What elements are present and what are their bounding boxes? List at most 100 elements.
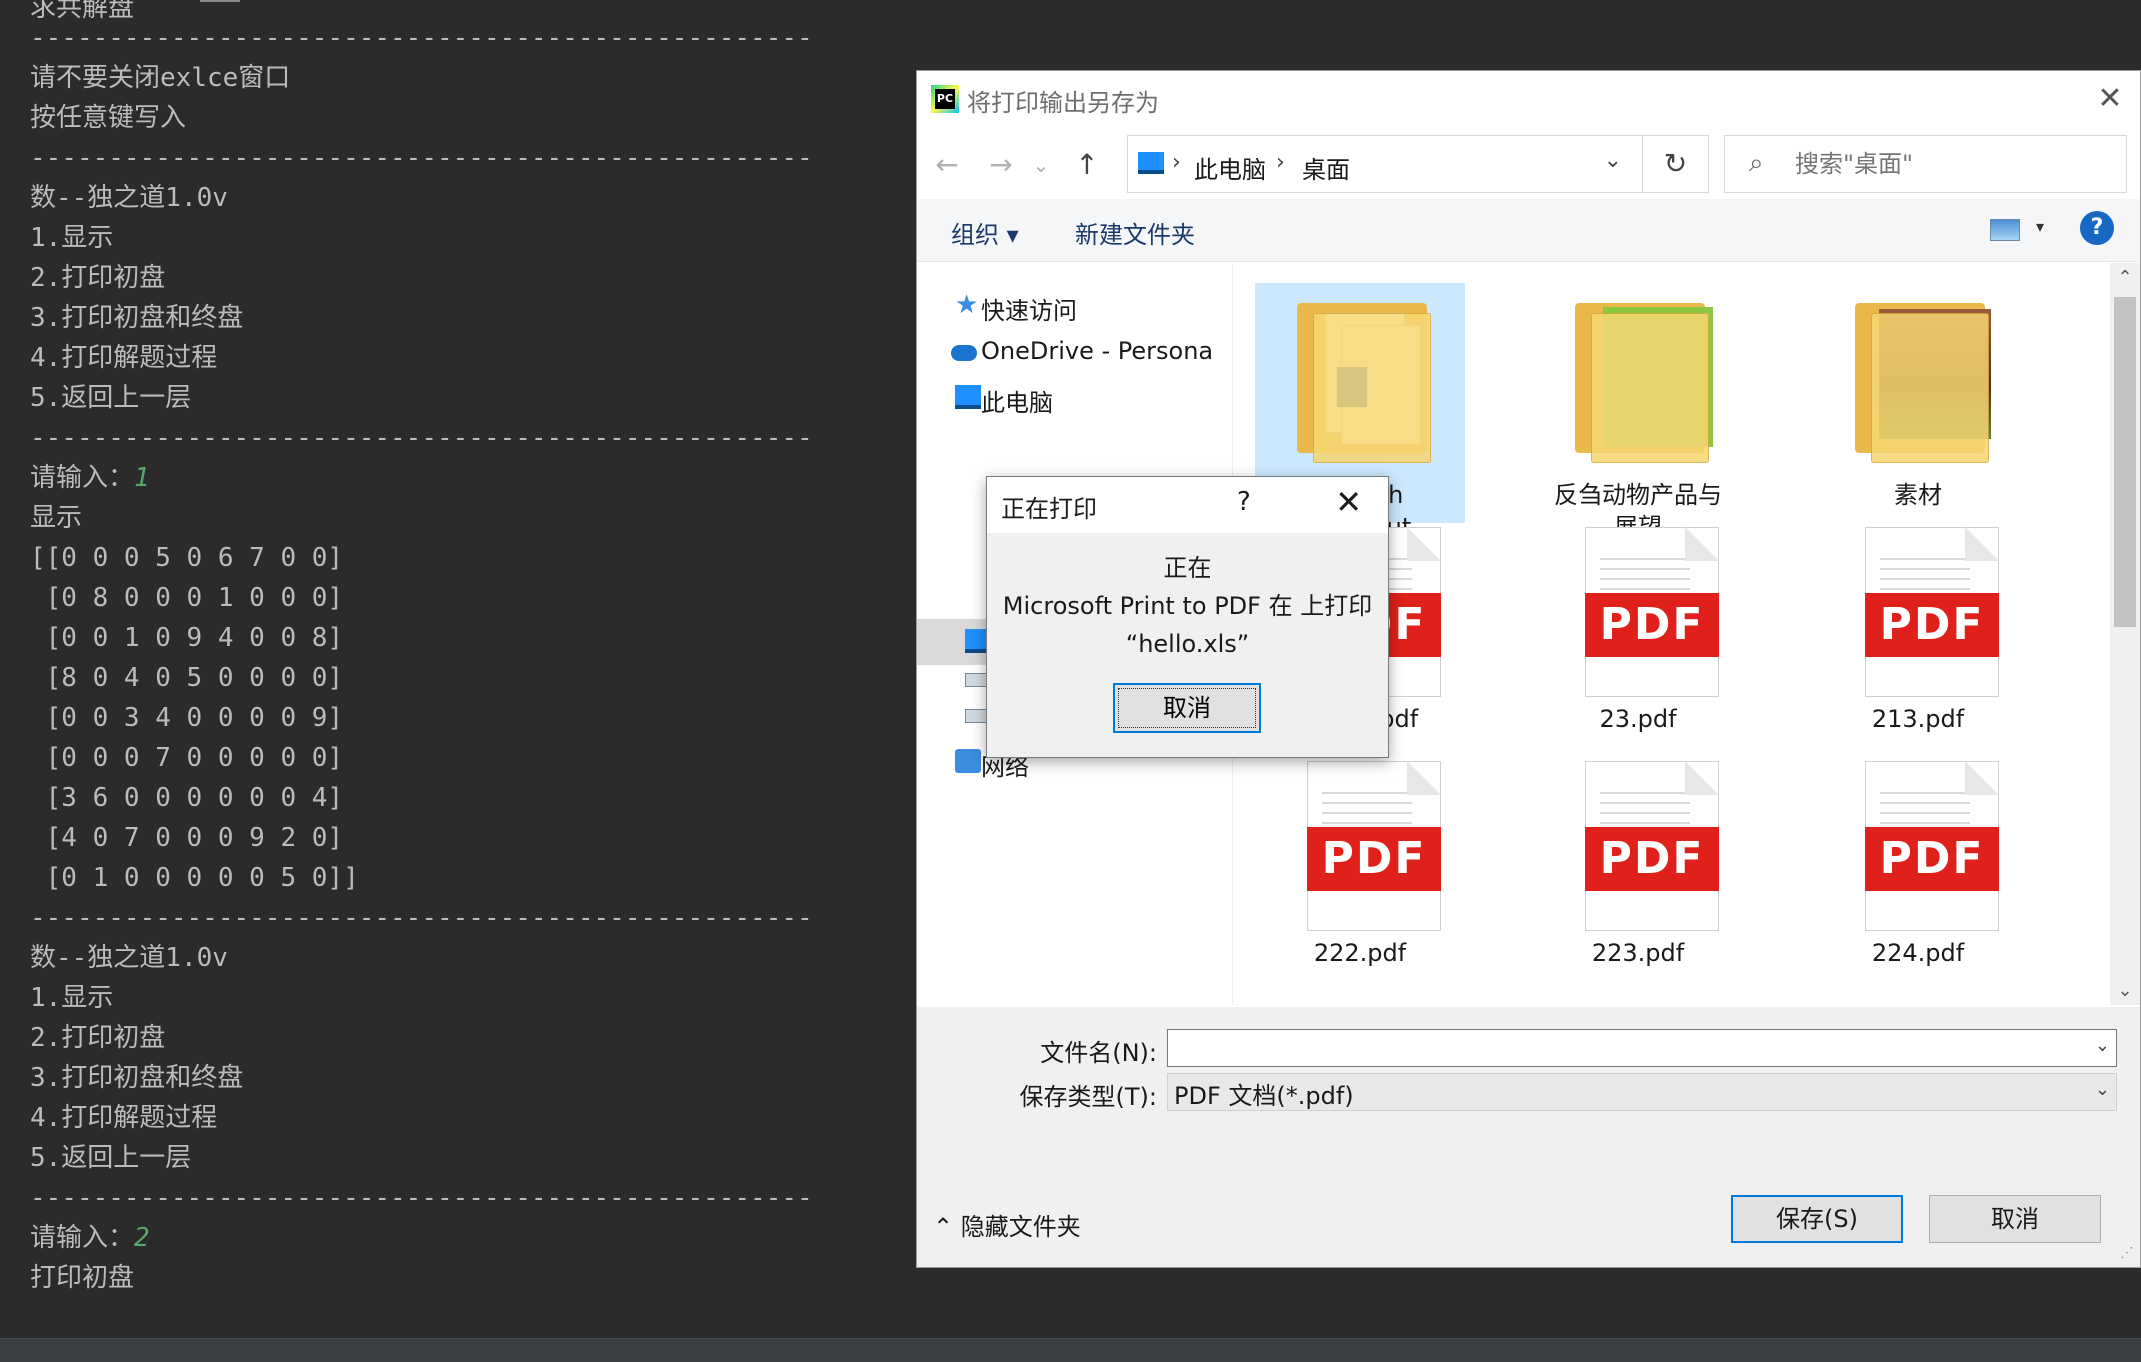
console-line: [0 0 3 4 0 0 0 0 9] (30, 703, 344, 733)
chevron-up-icon: ⌃ (933, 1213, 961, 1241)
dialog-title: 将打印输出另存为 (967, 89, 1159, 117)
sidebar-item-label: 此电脑 (981, 389, 1053, 417)
console-line: [0 0 1 0 9 4 0 0 8] (30, 623, 344, 653)
filetype-label: 保存类型(T): (1019, 1083, 1157, 1111)
printing-dialog-title: 正在打印 (1001, 495, 1097, 523)
filename-field[interactable] (1167, 1029, 2117, 1067)
chevron-down-icon[interactable]: ⌄ (2095, 1035, 2110, 1056)
console-line: 2.打印初盘 (30, 1023, 166, 1053)
command-toolbar: 组织 ▾ 新建文件夹 ▾ ? (917, 199, 2140, 262)
console-line: [0 8 0 0 0 1 0 0 0] (30, 583, 344, 613)
console-line: 3.打印初盘和终盘 (30, 303, 244, 333)
printing-document-line: “hello.xls” (1125, 630, 1250, 658)
pdf-badge: PDF (1585, 827, 1719, 891)
chevron-down-icon[interactable]: ⌄ (1604, 148, 1622, 173)
organize-button[interactable]: 组织 ▾ (951, 215, 1019, 250)
pdf-file-item[interactable]: PDF 224.pdf (1813, 741, 2023, 981)
console-line: 打印初盘 (30, 1263, 135, 1293)
console-line: 1.显示 (30, 223, 114, 253)
scroll-thumb[interactable] (2114, 297, 2136, 627)
save-button[interactable]: 保存(S) (1731, 1195, 1903, 1243)
pdf-badge: PDF (1585, 593, 1719, 657)
console-line: 请输入：2 (30, 1223, 150, 1253)
help-icon[interactable]: ? (1237, 487, 1251, 517)
pdf-file-item[interactable]: PDF 23.pdf (1533, 507, 1743, 747)
printing-progress-dialog: 正在打印 ? ✕ 正在 Microsoft Print to PDF 在 上打印… (986, 476, 1389, 758)
recent-locations-chevron-icon[interactable]: ⌄ (1021, 143, 1061, 187)
navigation-bar: ← → ⌄ ↑ › 此电脑 › 桌面 ⌄ ↻ ⌕ (917, 133, 2140, 197)
back-arrow-icon[interactable]: ← (927, 143, 967, 187)
console-line: 1.显示 (30, 983, 114, 1013)
address-bar[interactable]: › 此电脑 › 桌面 ⌄ (1127, 135, 1643, 193)
breadcrumb-this-pc[interactable]: 此电脑 (1194, 150, 1266, 185)
console-line: [[0 0 0 5 0 6 7 0 0] (30, 543, 344, 573)
console-separator: ----------------------------------------… (30, 423, 813, 453)
console-line: [0 1 0 0 0 0 0 5 0]] (30, 863, 359, 893)
refresh-icon[interactable]: ↻ (1643, 135, 1709, 193)
cancel-printing-button[interactable]: 取消 (1113, 683, 1261, 733)
computer-icon (1138, 152, 1164, 174)
computer-icon (955, 385, 981, 409)
console-line: 显示 (30, 503, 83, 533)
onedrive-cloud-icon (951, 345, 977, 361)
breadcrumb-chevron-icon: › (1276, 150, 1285, 175)
console-user-input: 1 (134, 463, 150, 493)
search-input[interactable] (1795, 150, 2095, 178)
pdf-badge: PDF (1307, 827, 1441, 891)
console-status-bar (0, 1338, 2141, 1362)
network-icon (955, 749, 981, 773)
up-arrow-icon[interactable]: ↑ (1067, 143, 1107, 187)
console-line: 5.返回上一层 (30, 1143, 192, 1173)
console-cursor-mark (200, 0, 240, 2)
search-icon: ⌕ (1749, 148, 1764, 178)
sidebar-item[interactable]: OneDrive - Persona (917, 329, 1232, 375)
search-box[interactable]: ⌕ (1724, 135, 2127, 193)
printing-printer-line: Microsoft Print to PDF 在 上打印 (1002, 592, 1373, 620)
pycharm-logo-icon: PC (931, 85, 959, 113)
file-name-label: 223.pdf (1591, 939, 1685, 967)
sidebar-item[interactable]: 此电脑 (917, 375, 1232, 421)
chevron-down-icon[interactable]: ⌄ (2095, 1079, 2110, 1100)
pdf-file-item[interactable]: PDF 223.pdf (1533, 741, 1743, 981)
printing-status-message: 正在 Microsoft Print to PDF 在 上打印 “hello.x… (987, 549, 1388, 663)
close-icon[interactable]: ✕ (2090, 79, 2130, 119)
help-icon[interactable]: ? (2080, 211, 2114, 245)
sidebar-item[interactable]: ★ 快速访问 (917, 283, 1232, 329)
console-line: 数--独之道1.0v (30, 943, 228, 973)
console-separator: ----------------------------------------… (30, 1183, 813, 1213)
console-line: 请不要关闭exlce窗口 (30, 63, 291, 93)
console-separator: ----------------------------------------… (30, 23, 813, 53)
breadcrumb-chevron-icon: › (1172, 150, 1181, 175)
pdf-file-item[interactable]: PDF 222.pdf (1255, 741, 1465, 981)
forward-arrow-icon[interactable]: → (981, 143, 1021, 187)
console-line: 请输入：1 (30, 463, 150, 493)
star-icon: ★ (955, 290, 979, 320)
file-name-label: 213.pdf (1871, 705, 1965, 733)
scroll-down-icon[interactable]: ⌄ (2110, 980, 2140, 1001)
breadcrumb-desktop[interactable]: 桌面 (1302, 150, 1350, 185)
view-dropdown-icon[interactable]: ▾ (2036, 217, 2044, 236)
change-view-icon[interactable] (1990, 219, 2020, 241)
console-separator: ----------------------------------------… (30, 143, 813, 173)
dialog-titlebar: PC 将打印输出另存为 ✕ (917, 71, 2140, 127)
cancel-button[interactable]: 取消 (1929, 1195, 2101, 1243)
console-line: 4.打印解题过程 (30, 343, 218, 373)
sidebar-item-label: OneDrive - Persona (981, 337, 1214, 365)
console-line: 数--独之道1.0v (30, 183, 228, 213)
printing-status-line: 正在 (1163, 554, 1212, 582)
file-name-label: 222.pdf (1313, 939, 1407, 967)
new-folder-button[interactable]: 新建文件夹 (1075, 215, 1195, 250)
console-line: 4.打印解题过程 (30, 1103, 218, 1133)
console-user-input: 2 (134, 1223, 150, 1253)
filetype-select[interactable]: PDF 文档(*.pdf) (1167, 1073, 2117, 1111)
scroll-up-icon[interactable]: ⌃ (2110, 267, 2140, 288)
printing-dialog-titlebar: 正在打印 ? ✕ (987, 477, 1388, 533)
hide-folders-toggle[interactable]: ⌃ 隐藏文件夹 (933, 1207, 1081, 1242)
resize-grip-icon[interactable]: ⋰ (2120, 1245, 2134, 1261)
pdf-file-item[interactable]: PDF 213.pdf (1813, 507, 2023, 747)
file-list-scrollbar[interactable]: ⌃ ⌄ (2110, 263, 2140, 1005)
close-icon[interactable]: ✕ (1335, 483, 1362, 521)
folder-item[interactable]: 素材 (1813, 283, 2023, 523)
folder-item[interactable]: 反刍动物产品与 展望 (1533, 283, 1743, 541)
console-line: [0 0 0 7 0 0 0 0 0] (30, 743, 344, 773)
